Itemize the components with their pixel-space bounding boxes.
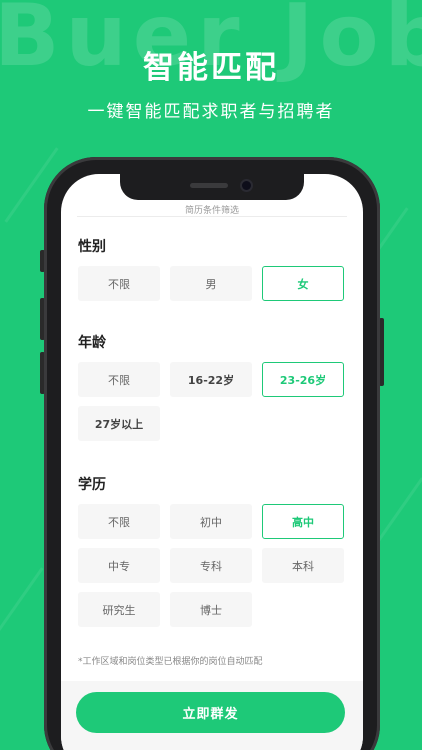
education-title: 学历 [78, 477, 106, 493]
education-option-postgraduate[interactable]: 研究生 [78, 592, 160, 627]
education-option-junior-college[interactable]: 专科 [170, 548, 252, 583]
gender-title: 性别 [78, 239, 106, 255]
camera-icon [242, 181, 251, 190]
education-option-junior-high[interactable]: 初中 [170, 504, 252, 539]
screen-header: 简历条件筛选 [77, 203, 347, 217]
speaker-icon [190, 183, 228, 188]
age-option-27-plus[interactable]: 27岁以上 [78, 406, 160, 441]
hero-title: 智能匹配 [143, 50, 279, 86]
education-option-any[interactable]: 不限 [78, 504, 160, 539]
gender-option-female[interactable]: 女 [262, 266, 344, 301]
education-option-doctorate[interactable]: 博士 [170, 592, 252, 627]
hero-subtitle: 一键智能匹配求职者与招聘者 [87, 102, 335, 122]
gender-option-any[interactable]: 不限 [78, 266, 160, 301]
auto-match-note: *工作区域和岗位类型已根据你的岗位自动匹配 [78, 657, 263, 667]
phone-frame: 简历条件筛选 性别 不限 男 女 年龄 不限 16-22岁 23-26岁 27岁… [44, 157, 380, 750]
send-all-button[interactable]: 立即群发 [76, 692, 345, 733]
education-option-technical-secondary[interactable]: 中专 [78, 548, 160, 583]
phone-screen: 简历条件筛选 性别 不限 男 女 年龄 不限 16-22岁 23-26岁 27岁… [61, 174, 363, 750]
age-option-any[interactable]: 不限 [78, 362, 160, 397]
education-option-bachelor[interactable]: 本科 [262, 548, 344, 583]
age-title: 年龄 [78, 335, 106, 351]
age-option-16-22[interactable]: 16-22岁 [170, 362, 252, 397]
age-option-23-26[interactable]: 23-26岁 [262, 362, 344, 397]
gender-option-male[interactable]: 男 [170, 266, 252, 301]
education-option-high-school[interactable]: 高中 [262, 504, 344, 539]
phone-notch [120, 174, 304, 200]
background-stripe [0, 567, 44, 643]
